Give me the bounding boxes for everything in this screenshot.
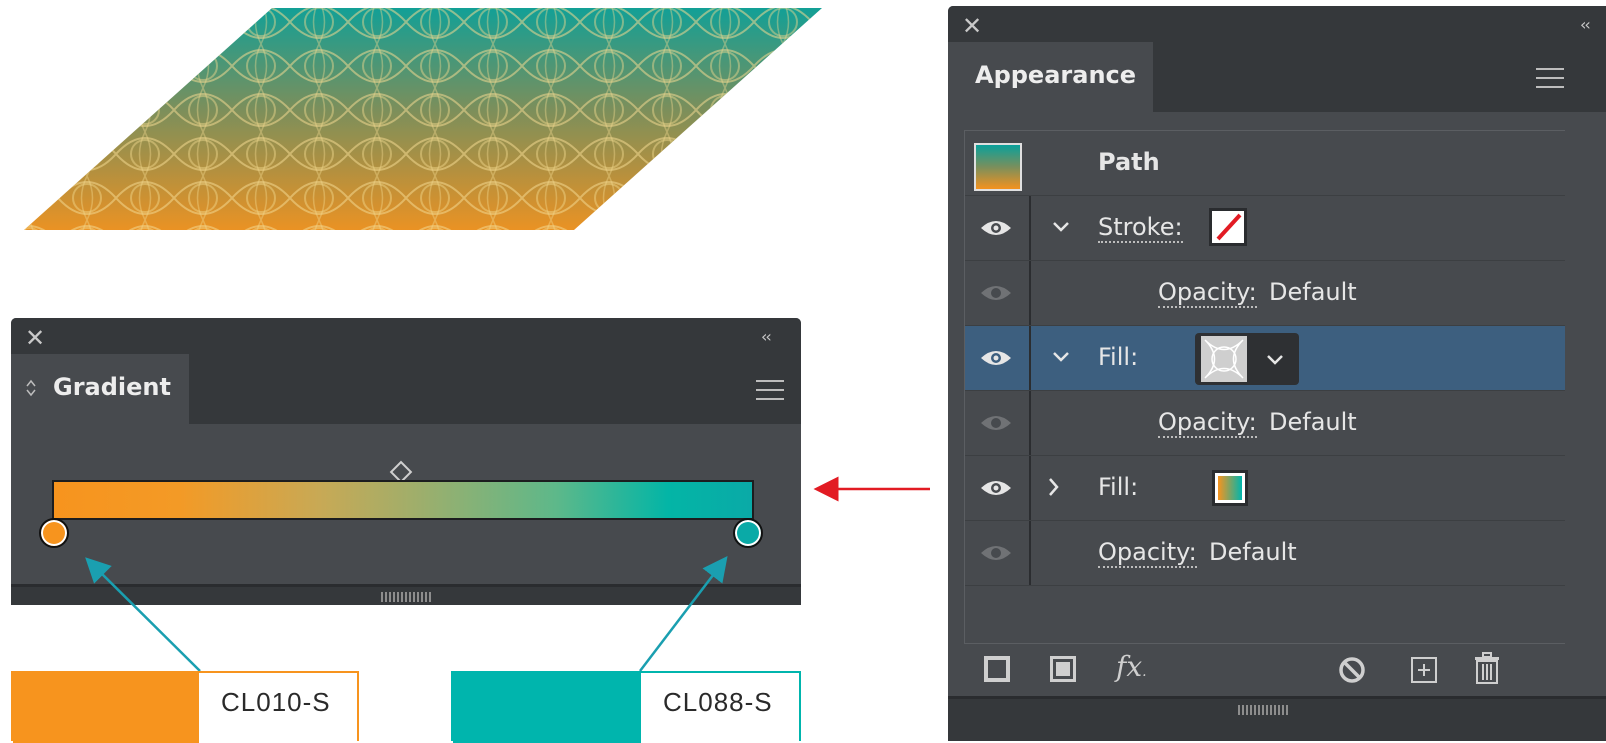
swatch-color-chip <box>453 673 641 743</box>
eye-icon[interactable] <box>979 283 1013 303</box>
eye-icon[interactable] <box>979 543 1013 563</box>
resize-grip-icon[interactable] <box>381 592 431 602</box>
pattern-swatch <box>1201 336 1247 382</box>
swatch-color-chip <box>13 673 199 743</box>
gradient-panel-titlebar <box>11 318 801 354</box>
tab-gradient[interactable]: Gradient <box>11 354 189 424</box>
appearance-list: Path Stroke: Opacity: Default Fill: Opac… <box>964 130 1565 644</box>
opacity-value: Default <box>1209 538 1297 566</box>
opacity-value: Default <box>1269 408 1357 436</box>
row-divider <box>1029 326 1031 390</box>
panel-menu-icon[interactable] <box>1536 68 1564 88</box>
add-stroke-icon[interactable] <box>984 656 1010 682</box>
gradient-panel: ✕ ‹‹ Gradient <box>11 318 801 605</box>
row-divider <box>1029 261 1031 325</box>
gradient-stop-left[interactable] <box>39 518 69 548</box>
eye-icon[interactable] <box>979 348 1013 368</box>
opacity-link[interactable]: Opacity: <box>1098 538 1197 568</box>
tab-appearance[interactable]: Appearance <box>948 42 1153 112</box>
trash-icon[interactable] <box>1474 652 1500 684</box>
chevron-right-icon[interactable] <box>1047 476 1061 498</box>
appearance-panel-title: Appearance <box>975 61 1137 89</box>
opacity-value: Default <box>1269 278 1357 306</box>
eye-icon[interactable] <box>979 218 1013 238</box>
path-label: Path <box>1098 148 1160 176</box>
swatch-label: CL010-S <box>221 687 331 717</box>
gradient-panel-title: Gradient <box>53 373 171 401</box>
swatch-label: CL088-S <box>663 687 773 717</box>
artwork-shape <box>24 8 822 230</box>
opacity-link[interactable]: Opacity: <box>1158 278 1257 308</box>
fx-icon[interactable]: fx. <box>1116 650 1147 683</box>
fill-pattern-row[interactable]: Fill: <box>965 326 1565 391</box>
fill-gradient-row[interactable]: Fill: <box>965 456 1565 521</box>
stroke-row[interactable]: Stroke: <box>965 196 1565 261</box>
row-divider <box>1029 196 1031 260</box>
row-divider <box>1029 521 1031 585</box>
none-slash-icon <box>1216 213 1242 241</box>
opacity-link[interactable]: Opacity: <box>1158 408 1257 438</box>
gradient-stop-right[interactable] <box>733 518 763 548</box>
fill-swatch-dropdown[interactable] <box>1195 333 1299 385</box>
swatch-cl088-s: CL088-S <box>451 671 801 743</box>
chevron-down-icon[interactable] <box>1265 353 1285 367</box>
swatch-cl010-s: CL010-S <box>11 671 359 743</box>
pattern-thumbnail-icon <box>1204 339 1244 379</box>
fill-label[interactable]: Fill: <box>1098 473 1138 501</box>
stroke-opacity-row[interactable]: Opacity: Default <box>965 261 1565 326</box>
sort-arrows-icon <box>26 379 36 397</box>
collapse-panel-icon[interactable]: ‹‹ <box>1580 17 1591 33</box>
resize-grip-icon[interactable] <box>1238 705 1288 715</box>
appearance-panel-titlebar <box>948 6 1606 42</box>
object-opacity-row[interactable]: Opacity: Default <box>965 521 1565 586</box>
eye-icon[interactable] <box>979 413 1013 433</box>
clear-appearance-icon[interactable] <box>1338 656 1366 684</box>
stroke-none-swatch[interactable] <box>1209 208 1247 246</box>
appearance-footer: fx. <box>948 646 1606 696</box>
gradient-slider[interactable] <box>52 480 754 520</box>
gradient-panel-bottombar <box>11 584 801 605</box>
row-divider <box>1029 456 1031 520</box>
appearance-header-row[interactable]: Path <box>965 131 1565 196</box>
panel-menu-icon[interactable] <box>756 380 784 400</box>
duplicate-item-icon[interactable] <box>1410 656 1438 684</box>
eye-icon[interactable] <box>979 478 1013 498</box>
row-divider <box>1029 391 1031 455</box>
appearance-panel: ✕ ‹‹ Appearance Path Stroke: Opacity: De… <box>948 6 1606 741</box>
appearance-panel-bottombar <box>948 696 1606 741</box>
close-icon[interactable]: ✕ <box>962 14 982 38</box>
path-thumbnail <box>974 143 1022 191</box>
collapse-panel-icon[interactable]: ‹‹ <box>761 329 772 345</box>
gradient-fill-swatch[interactable] <box>1212 470 1248 506</box>
fill-opacity-row[interactable]: Opacity: Default <box>965 391 1565 456</box>
stroke-label[interactable]: Stroke: <box>1098 213 1183 243</box>
fill-label[interactable]: Fill: <box>1098 343 1138 371</box>
add-fill-icon[interactable] <box>1050 656 1076 682</box>
gradient-swatch-chip <box>1218 476 1242 500</box>
chevron-down-icon[interactable] <box>1051 220 1071 234</box>
chevron-down-icon[interactable] <box>1051 350 1071 364</box>
close-icon[interactable]: ✕ <box>25 326 45 350</box>
